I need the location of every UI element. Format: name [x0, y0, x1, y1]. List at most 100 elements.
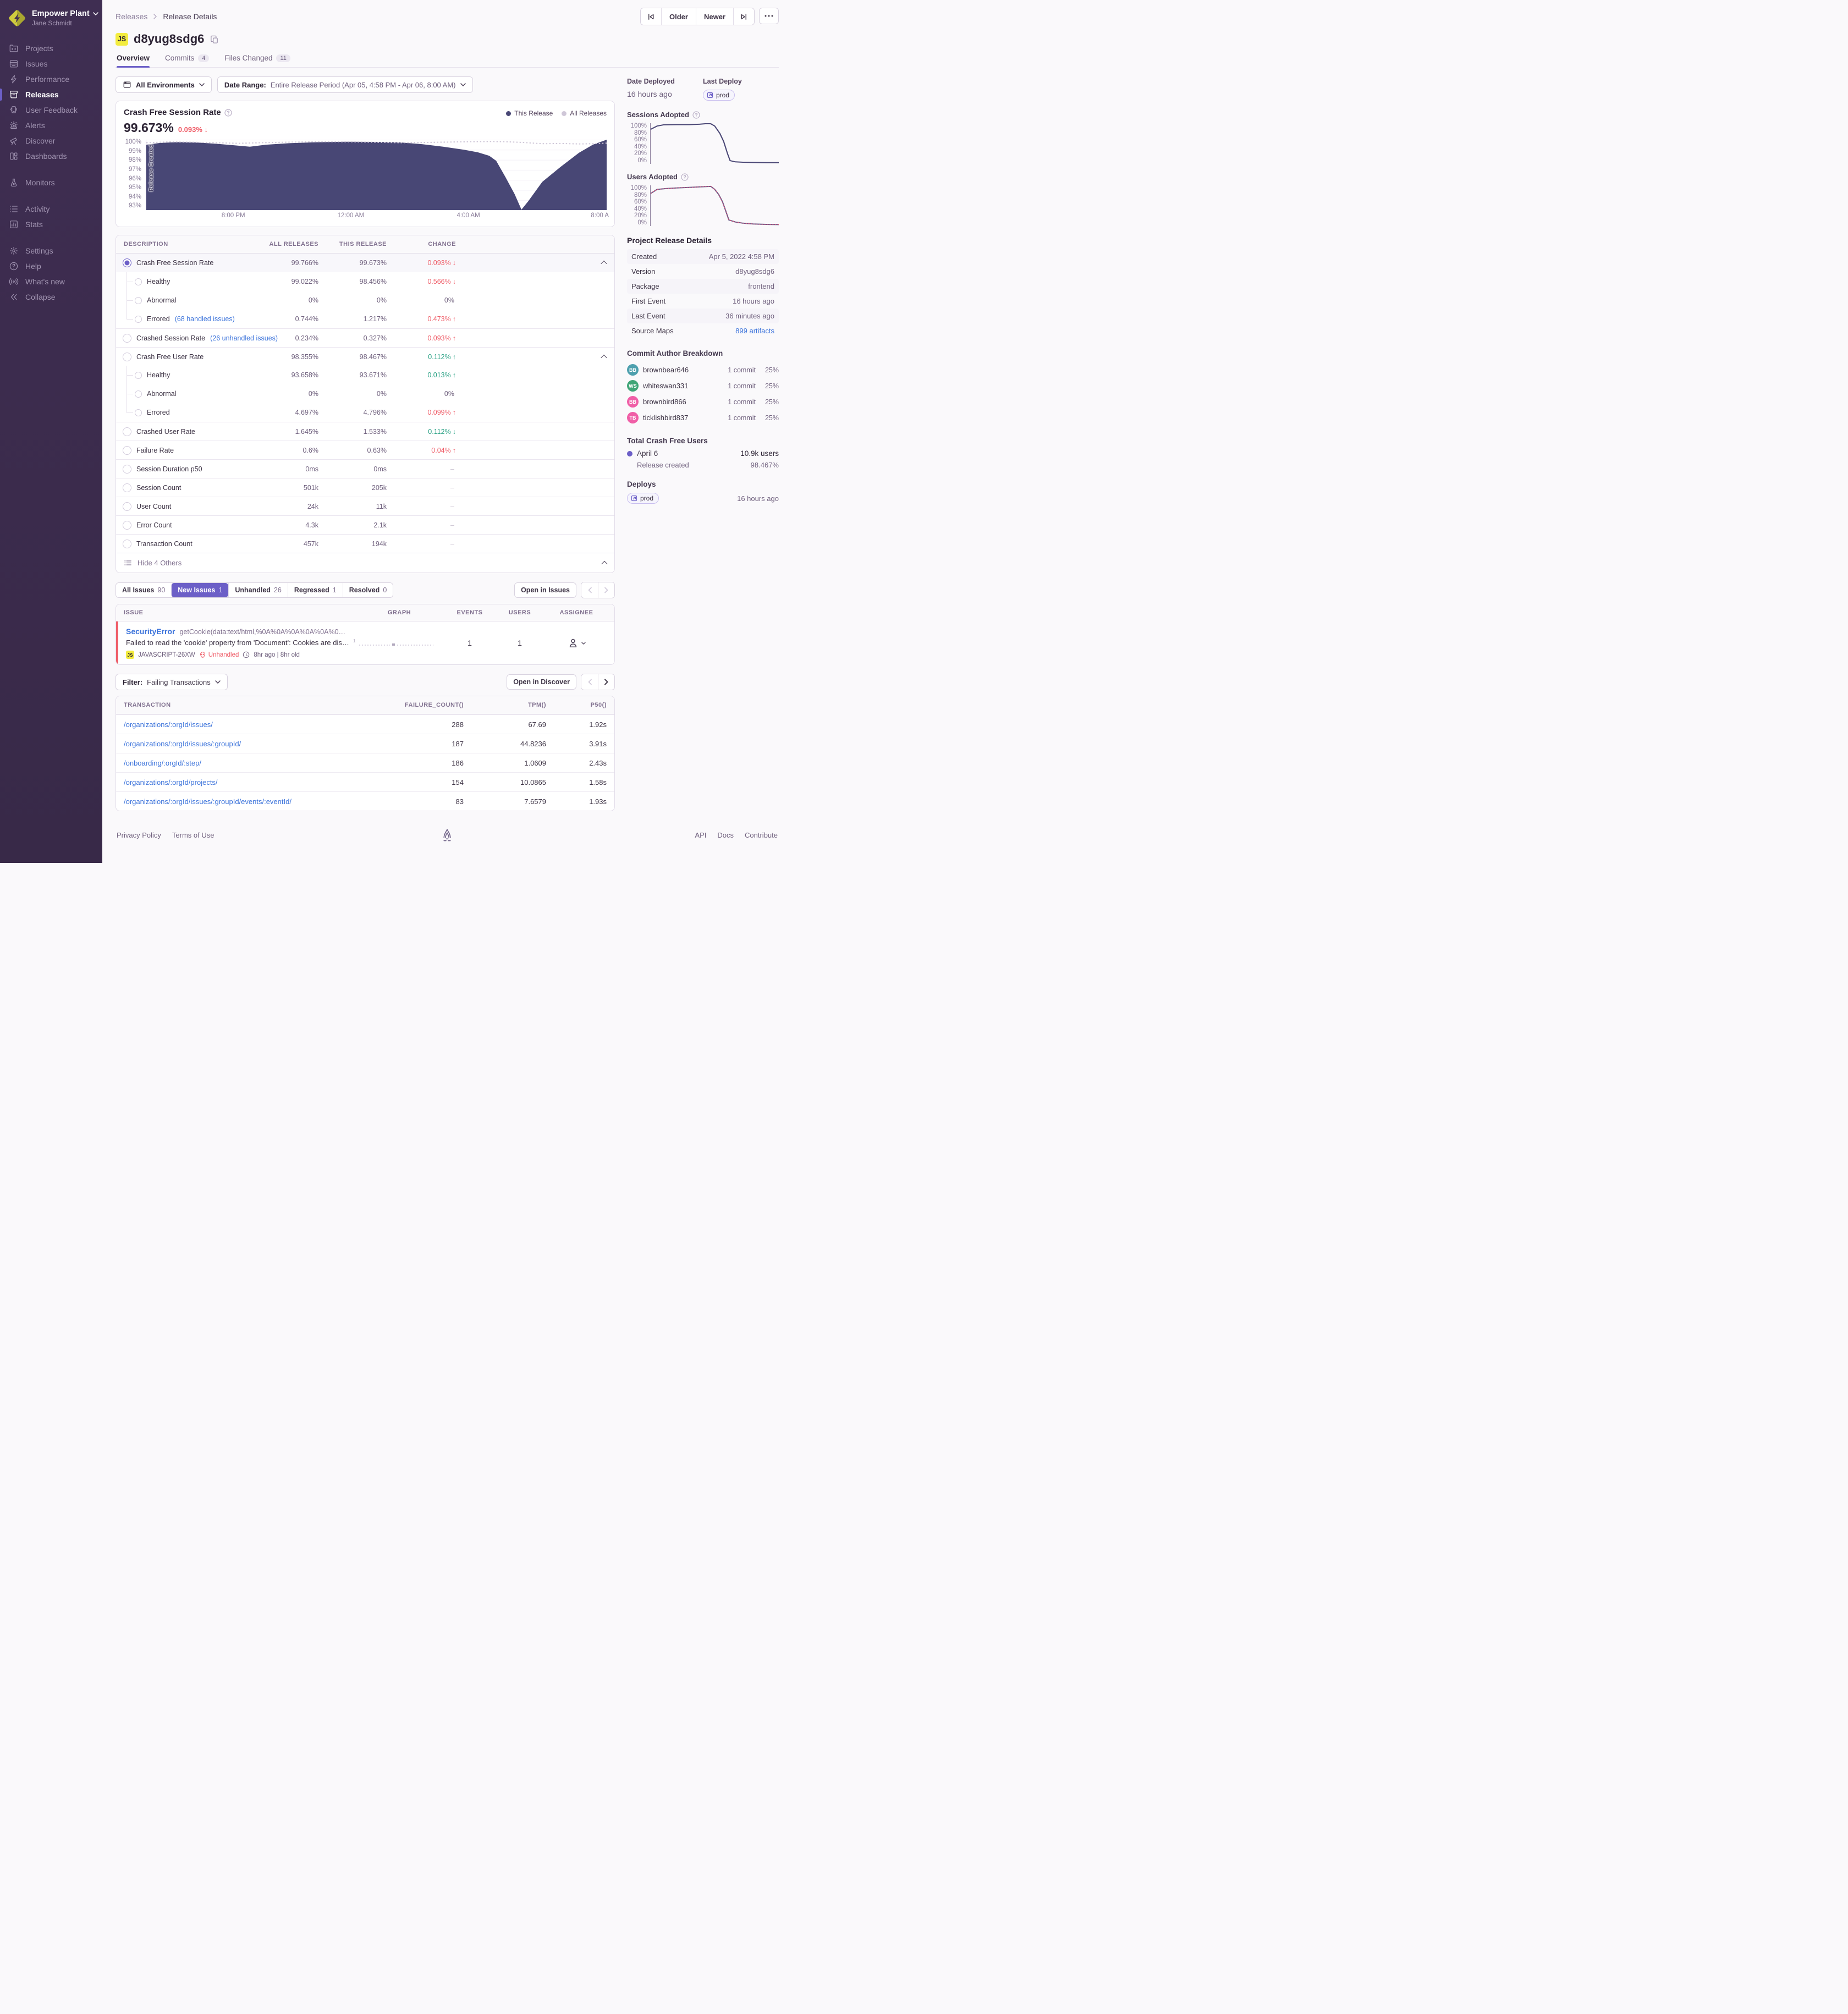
- metric-row[interactable]: Transaction Count 457k 194k –: [116, 534, 614, 553]
- metric-radio[interactable]: [123, 334, 131, 343]
- legend-all-releases[interactable]: All Releases: [562, 109, 607, 117]
- transactions-filter[interactable]: Filter: Failing Transactions: [116, 674, 228, 690]
- newer-button[interactable]: Newer: [695, 8, 733, 25]
- metric-row[interactable]: Healthy 93.658% 93.671% 0.013% ↑: [116, 366, 614, 384]
- metric-radio[interactable]: [123, 483, 131, 492]
- sidebar-item-projects[interactable]: Projects: [0, 41, 102, 56]
- older-button[interactable]: Older: [661, 8, 696, 25]
- org-switcher[interactable]: Empower Plant Jane Schmidt: [0, 9, 102, 27]
- metric-radio[interactable]: [123, 465, 131, 474]
- issues-tab[interactable]: Regressed 1: [287, 583, 343, 597]
- open-in-issues-button[interactable]: Open in Issues: [514, 582, 576, 598]
- sidebar-collapse-button[interactable]: Collapse: [0, 289, 102, 305]
- footer-link[interactable]: Terms of Use: [172, 831, 215, 839]
- footer-link[interactable]: Privacy Policy: [117, 831, 161, 839]
- issue-title-link[interactable]: SecurityError: [126, 627, 175, 636]
- metric-row[interactable]: Session Duration p50 0ms 0ms –: [116, 459, 614, 478]
- breadcrumb-releases[interactable]: Releases: [116, 12, 147, 21]
- transaction-row[interactable]: /onboarding/:orgId/:step/ 186 1.0609 2.4…: [116, 753, 614, 772]
- footer-link[interactable]: API: [695, 831, 706, 839]
- sidebar-item-help[interactable]: Help: [0, 258, 102, 274]
- transaction-row[interactable]: /organizations/:orgId/issues/:groupId/ 1…: [116, 734, 614, 753]
- sidebar-item-monitors[interactable]: Monitors: [0, 175, 102, 190]
- help-circle-icon[interactable]: [692, 111, 700, 119]
- metric-row[interactable]: Crashed User Rate 1.645% 1.533% 0.112% ↓: [116, 422, 614, 441]
- more-options-button[interactable]: [759, 8, 779, 24]
- collapse-chevron-icon[interactable]: [601, 260, 607, 267]
- deploy-env-badge[interactable]: prod: [703, 90, 735, 101]
- date-range-filter[interactable]: Date Range: Entire Release Period (Apr 0…: [217, 76, 473, 93]
- tab-commits[interactable]: Commits 4: [165, 54, 210, 67]
- sidebar-item-issues[interactable]: Issues: [0, 56, 102, 71]
- newest-button[interactable]: [733, 8, 754, 25]
- metric-row[interactable]: Crash Free User Rate 98.355% 98.467% 0.1…: [116, 347, 614, 366]
- deploy-env-badge[interactable]: prod: [627, 493, 659, 504]
- sidebar-item-dashboards[interactable]: Dashboards: [0, 148, 102, 164]
- prev-page-button[interactable]: [581, 674, 598, 690]
- transaction-link[interactable]: /organizations/:orgId/projects/: [124, 778, 381, 786]
- transaction-link[interactable]: /organizations/:orgId/issues/:groupId/ev…: [124, 797, 381, 806]
- metric-radio[interactable]: [123, 521, 131, 530]
- metric-radio[interactable]: [123, 258, 131, 267]
- help-circle-icon[interactable]: [224, 108, 232, 117]
- transaction-row[interactable]: /organizations/:orgId/projects/ 154 10.0…: [116, 772, 614, 791]
- copy-icon[interactable]: [210, 35, 219, 44]
- tab-files-changed[interactable]: Files Changed 11: [224, 54, 290, 67]
- metric-row[interactable]: Crashed Session Rate (26 unhandled issue…: [116, 328, 614, 347]
- metric-radio[interactable]: [123, 446, 131, 455]
- sidebar-item-alerts[interactable]: Alerts: [0, 118, 102, 133]
- sidebar-item-performance[interactable]: Performance: [0, 71, 102, 87]
- sidebar-item-releases[interactable]: Releases: [0, 87, 102, 102]
- issues-tab[interactable]: Resolved 0: [342, 583, 393, 597]
- issue-row[interactable]: SecurityError getCookie(data:text/html,%…: [116, 621, 614, 664]
- metric-row[interactable]: Healthy 99.022% 98.456% 0.566% ↓: [116, 272, 614, 291]
- issues-tab[interactable]: New Issues 1: [171, 583, 229, 597]
- metric-issues-link[interactable]: (68 handled issues): [175, 315, 235, 323]
- metric-radio[interactable]: [123, 540, 131, 548]
- metric-radio[interactable]: [135, 409, 142, 416]
- sidebar-item-activity[interactable]: Activity: [0, 201, 102, 217]
- sidebar-item-settings[interactable]: Settings: [0, 243, 102, 258]
- next-page-button[interactable]: [598, 674, 614, 690]
- assignee-selector[interactable]: [546, 637, 607, 648]
- collapse-chevron-icon[interactable]: [601, 354, 607, 361]
- metric-row[interactable]: Abnormal 0% 0% 0%: [116, 291, 614, 310]
- metric-radio[interactable]: [135, 278, 142, 285]
- metric-issues-link[interactable]: (26 unhandled issues): [210, 334, 278, 342]
- issues-tab[interactable]: Unhandled 26: [228, 583, 288, 597]
- metric-row[interactable]: User Count 24k 11k –: [116, 497, 614, 515]
- sidebar-item-stats[interactable]: Stats: [0, 217, 102, 232]
- help-circle-icon[interactable]: [681, 173, 689, 181]
- metric-row[interactable]: Errored (68 handled issues) 0.744% 1.217…: [116, 310, 614, 328]
- transaction-row[interactable]: /organizations/:orgId/issues/:groupId/ev…: [116, 791, 614, 811]
- metric-radio[interactable]: [135, 371, 142, 379]
- environment-filter[interactable]: All Environments: [116, 76, 212, 93]
- metric-row[interactable]: Failure Rate 0.6% 0.63% 0.04% ↑: [116, 441, 614, 459]
- metric-row[interactable]: Session Count 501k 205k –: [116, 478, 614, 497]
- footer-link[interactable]: Contribute: [745, 831, 778, 839]
- hide-others-row[interactable]: Hide 4 Others: [116, 553, 614, 573]
- open-in-discover-button[interactable]: Open in Discover: [507, 674, 576, 690]
- metric-radio[interactable]: [123, 353, 131, 361]
- metric-row[interactable]: Errored 4.697% 4.796% 0.099% ↑: [116, 403, 614, 422]
- next-page-button[interactable]: [598, 582, 614, 598]
- tab-overview[interactable]: Overview: [117, 54, 150, 68]
- legend-this-release[interactable]: This Release: [506, 109, 553, 117]
- issues-tab[interactable]: All Issues 90: [116, 583, 172, 597]
- oldest-button[interactable]: [641, 8, 661, 25]
- metric-row[interactable]: Error Count 4.3k 2.1k –: [116, 515, 614, 534]
- sidebar-item-user-feedback[interactable]: User Feedback: [0, 102, 102, 118]
- transaction-row[interactable]: /organizations/:orgId/issues/ 288 67.69 …: [116, 714, 614, 734]
- footer-link[interactable]: Docs: [717, 831, 734, 839]
- metric-radio[interactable]: [123, 427, 131, 436]
- metric-radio[interactable]: [135, 296, 142, 304]
- metric-row[interactable]: Abnormal 0% 0% 0%: [116, 384, 614, 403]
- metric-radio[interactable]: [135, 390, 142, 398]
- transaction-link[interactable]: /onboarding/:orgId/:step/: [124, 759, 381, 767]
- metric-radio[interactable]: [123, 502, 131, 511]
- prev-page-button[interactable]: [581, 582, 598, 598]
- sidebar-item-discover[interactable]: Discover: [0, 133, 102, 148]
- metric-radio[interactable]: [135, 315, 142, 323]
- chart-plot[interactable]: Release Created: [146, 140, 607, 210]
- metric-row[interactable]: Crash Free Session Rate 99.766% 99.673% …: [116, 254, 614, 272]
